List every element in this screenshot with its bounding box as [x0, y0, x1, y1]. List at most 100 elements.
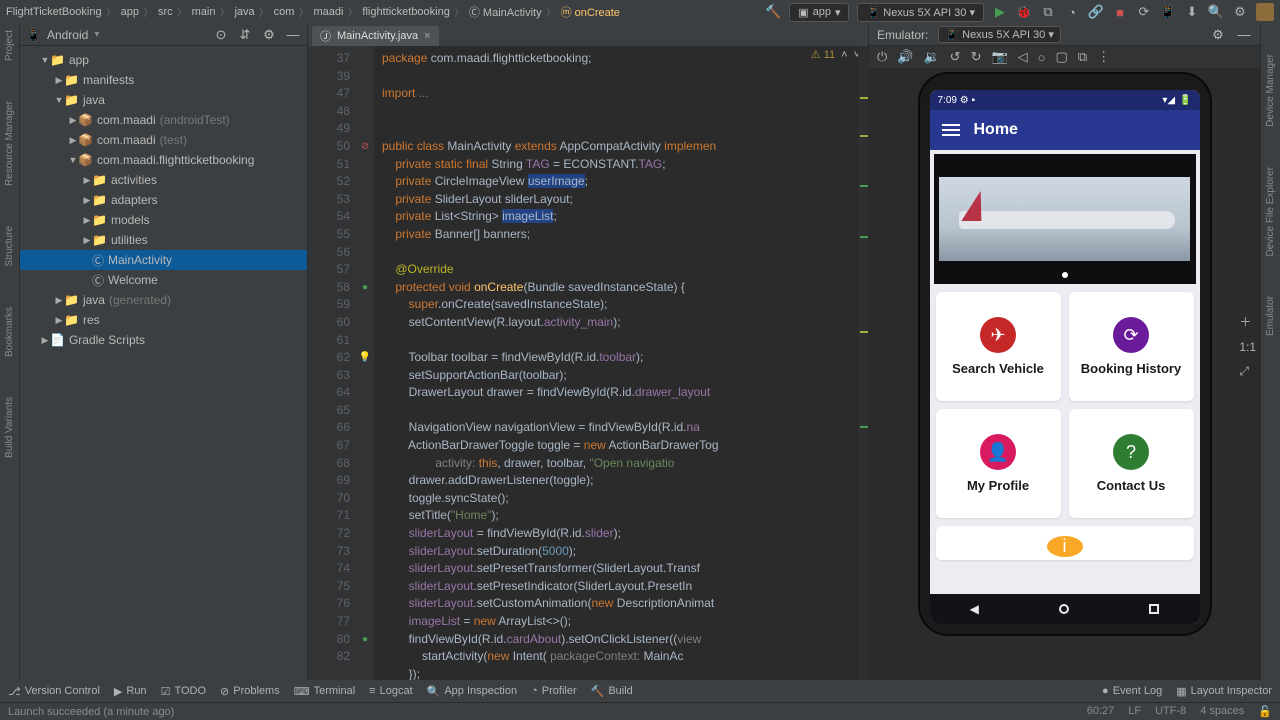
- breadcrumb-segment[interactable]: FlightTicketBooking: [6, 6, 102, 18]
- breadcrumb-segment[interactable]: src: [158, 6, 173, 18]
- home-icon[interactable]: ○: [1038, 50, 1046, 65]
- breadcrumb-segment[interactable]: flightticketbooking: [362, 6, 449, 18]
- sync-icon[interactable]: ⟳: [1136, 4, 1152, 20]
- bottom-tab[interactable]: ▶Run: [114, 685, 147, 698]
- tree-node[interactable]: ▼📁app: [20, 50, 307, 70]
- avd-manager-icon[interactable]: 📱: [1160, 4, 1176, 20]
- snapshot-icon[interactable]: ⧉: [1078, 49, 1087, 65]
- tree-node[interactable]: ▶📁res: [20, 310, 307, 330]
- volume-up-icon[interactable]: 🔊: [897, 49, 913, 65]
- hide-icon[interactable]: —: [1236, 27, 1252, 43]
- search-everywhere-icon[interactable]: 🔍: [1208, 4, 1224, 20]
- code-area[interactable]: package com.maadi.flightticketbooking; i…: [374, 46, 868, 680]
- sdk-manager-icon[interactable]: ⬇: [1184, 4, 1200, 20]
- tree-node[interactable]: ▶📁manifests: [20, 70, 307, 90]
- bottom-tab[interactable]: ⎇Version Control: [8, 685, 100, 698]
- build-hammer-icon[interactable]: 🔨: [765, 4, 781, 20]
- rotate-left-icon[interactable]: ↺: [950, 49, 961, 65]
- run-icon[interactable]: ▶: [992, 4, 1008, 20]
- tool-window-tab[interactable]: Device Manager: [1265, 54, 1276, 127]
- attach-debugger-icon[interactable]: 🔗: [1088, 4, 1104, 20]
- tool-window-tab[interactable]: Device File Explorer: [1265, 167, 1276, 256]
- bottom-tab[interactable]: 🔍App Inspection: [427, 685, 517, 698]
- bottom-tab[interactable]: 🔨Build: [591, 685, 633, 698]
- settings-gear-icon[interactable]: ⚙: [1210, 27, 1226, 43]
- breadcrumb-segment[interactable]: app: [121, 6, 139, 18]
- breadcrumb-segment[interactable]: com: [274, 6, 295, 18]
- gutter-icons[interactable]: ⊘ ● 💡 ● ●: [356, 46, 374, 680]
- breadcrumb[interactable]: FlightTicketBooking〉app〉src〉main〉java〉co…: [6, 4, 620, 20]
- more-icon[interactable]: ⋮: [1097, 49, 1110, 65]
- bottom-tab[interactable]: ▦Layout Inspector: [1176, 685, 1272, 698]
- debug-icon[interactable]: 🐞: [1016, 4, 1032, 20]
- zoom-in-icon[interactable]: ＋: [1239, 313, 1256, 330]
- home-card[interactable]: 👤My Profile: [936, 409, 1061, 518]
- volume-down-icon[interactable]: 🔉: [923, 49, 939, 65]
- tree-node[interactable]: ▼📦com.maadi.flightticketbooking: [20, 150, 307, 170]
- breadcrumb-segment[interactable]: java: [234, 6, 254, 18]
- project-view-selector[interactable]: Android: [47, 28, 88, 42]
- tree-node[interactable]: ▶📦com.maadi(test): [20, 130, 307, 150]
- tool-window-tab[interactable]: Project: [4, 30, 15, 61]
- back-icon[interactable]: ◁: [1018, 49, 1028, 65]
- tool-window-tab[interactable]: Build Variants: [4, 397, 15, 458]
- breadcrumb-segment[interactable]: Ⓒ MainActivity: [469, 4, 542, 20]
- tree-node[interactable]: ▼📁java: [20, 90, 307, 110]
- power-icon[interactable]: ⏻: [877, 49, 887, 65]
- tree-node[interactable]: ▶📁adapters: [20, 190, 307, 210]
- breadcrumb-segment[interactable]: maadi: [313, 6, 343, 18]
- user-avatar[interactable]: [1256, 3, 1274, 21]
- tool-window-tab[interactable]: Bookmarks: [4, 307, 15, 357]
- inspection-widget[interactable]: ⚠ 11 ˄˅: [811, 48, 860, 61]
- home-card[interactable]: ?Contact Us: [1069, 409, 1194, 518]
- tool-window-tab[interactable]: Emulator: [1265, 296, 1276, 336]
- home-card[interactable]: ✈Search Vehicle: [936, 292, 1061, 401]
- project-tree[interactable]: ▼📁app▶📁manifests▼📁java▶📦com.maadi(androi…: [20, 46, 307, 680]
- soft-home-icon[interactable]: [1059, 604, 1069, 614]
- tree-node[interactable]: ⒸWelcome: [20, 270, 307, 290]
- tree-node[interactable]: ▶📁utilities: [20, 230, 307, 250]
- overview-icon[interactable]: ▢: [1056, 49, 1068, 65]
- hero-slider[interactable]: [934, 154, 1196, 284]
- bottom-tab[interactable]: ⌨Terminal: [294, 685, 355, 698]
- screenshot-icon[interactable]: 📷: [991, 49, 1007, 65]
- status-indicator[interactable]: UTF-8: [1155, 705, 1186, 718]
- rotate-right-icon[interactable]: ↻: [971, 49, 982, 65]
- bottom-tab[interactable]: ⊘Problems: [220, 685, 280, 698]
- run-config-selector[interactable]: ▣ app ▾: [789, 3, 849, 22]
- emulator-device-selector[interactable]: 📱 Nexus 5X API 30 ▾: [938, 26, 1061, 43]
- bottom-tab[interactable]: ◔Profiler: [531, 685, 577, 698]
- breadcrumb-segment[interactable]: main: [192, 6, 216, 18]
- home-card[interactable]: ⟳Booking History: [1069, 292, 1194, 401]
- tree-node[interactable]: ▶📁java(generated): [20, 290, 307, 310]
- editor-tab-mainactivity[interactable]: Ⓙ MainActivity.java ×: [312, 26, 439, 46]
- tool-window-tab[interactable]: Resource Manager: [4, 101, 15, 186]
- status-indicator[interactable]: 4 spaces: [1200, 705, 1244, 718]
- status-indicator[interactable]: LF: [1128, 705, 1141, 718]
- nav-drawer-icon[interactable]: [942, 124, 960, 136]
- settings-icon[interactable]: ⚙: [1232, 4, 1248, 20]
- tree-node[interactable]: ▶📁activities: [20, 170, 307, 190]
- profiler-icon[interactable]: ◔: [1064, 4, 1080, 20]
- breadcrumb-segment[interactable]: ⓜ onCreate: [561, 4, 620, 20]
- zoom-out-icon[interactable]: ⤢: [1239, 364, 1256, 379]
- status-indicator[interactable]: 60:27: [1087, 705, 1115, 718]
- tool-window-tab[interactable]: Structure: [4, 226, 15, 267]
- close-tab-icon[interactable]: ×: [424, 30, 430, 42]
- tree-node[interactable]: ▶📄Gradle Scripts: [20, 330, 307, 350]
- error-stripe[interactable]: [858, 46, 868, 680]
- tree-node[interactable]: ▶📁models: [20, 210, 307, 230]
- coverage-icon[interactable]: ⧉: [1040, 4, 1056, 20]
- line-number-gutter[interactable]: 3739474849505152535455565758596061626364…: [308, 46, 356, 680]
- bottom-tab[interactable]: ●Event Log: [1102, 685, 1162, 698]
- select-opened-file-icon[interactable]: ⊙: [213, 27, 229, 43]
- lock-icon[interactable]: 🔓: [1258, 705, 1272, 718]
- bottom-tab[interactable]: ≡Logcat: [369, 685, 412, 698]
- expand-all-icon[interactable]: ⇵: [237, 27, 253, 43]
- tree-node[interactable]: ▶📦com.maadi(androidTest): [20, 110, 307, 130]
- stop-icon[interactable]: ■: [1112, 4, 1128, 20]
- home-card-about[interactable]: i: [936, 526, 1194, 560]
- tree-node[interactable]: ⒸMainActivity: [20, 250, 307, 270]
- soft-back-icon[interactable]: ◀: [970, 602, 979, 616]
- soft-recent-icon[interactable]: [1149, 604, 1159, 614]
